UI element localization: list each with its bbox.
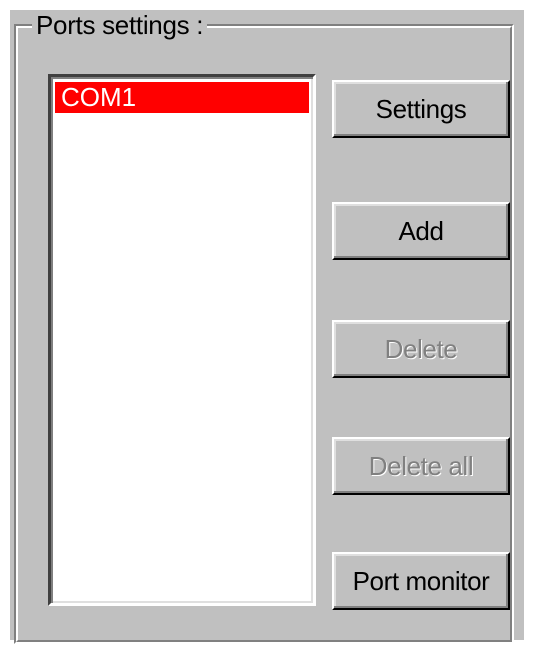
delete-button[interactable]: Delete [332,320,510,378]
ports-listbox[interactable]: COM1 [48,74,316,606]
port-monitor-button[interactable]: Port monitor [332,552,510,610]
settings-button[interactable]: Settings [332,80,510,138]
list-item-com1[interactable]: COM1 [55,82,309,113]
delete-all-button[interactable]: Delete all [332,437,510,495]
group-title: Ports settings : [32,10,208,40]
add-button[interactable]: Add [332,202,510,260]
